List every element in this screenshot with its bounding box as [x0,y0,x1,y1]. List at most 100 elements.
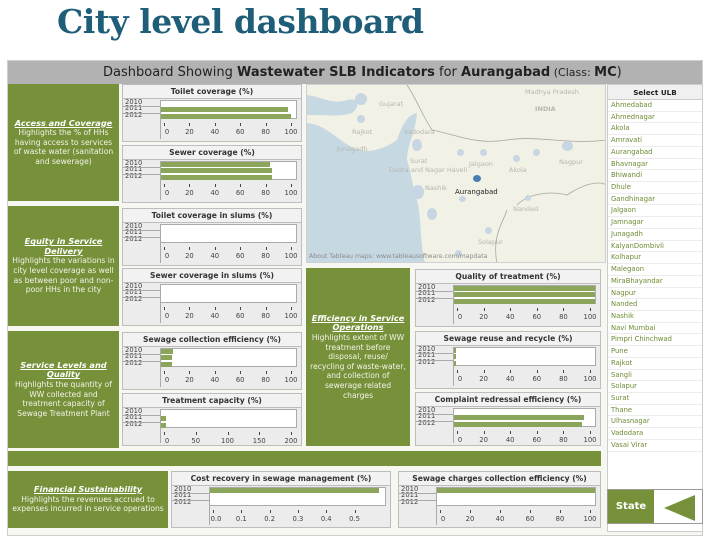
bar[interactable] [437,488,595,494]
bar[interactable] [454,286,595,292]
x-tick-mark [483,370,485,373]
map-city-dot[interactable] [357,115,365,123]
ulb-list-item[interactable]: Nagpur [608,288,702,300]
x-tick-label: 200 [284,437,298,445]
map-attribution[interactable]: About Tableau maps: www.tableausoftware.… [309,253,487,260]
ulb-list-item[interactable]: Nashik [608,311,702,323]
back-arrow-icon [654,490,702,523]
bar[interactable] [454,421,583,427]
bar[interactable] [210,488,380,494]
bar[interactable] [161,361,172,367]
ulb-list-item[interactable]: Surat [608,393,702,405]
x-tick-label: 0.2 [264,515,276,523]
bar[interactable] [161,422,166,428]
ulb-list-item[interactable]: Ahmednagar [608,112,702,124]
panel-equity: Equity in Service Delivery Highlights th… [8,206,119,326]
ulb-list-item[interactable]: KalyanDombivli [608,241,702,253]
bar[interactable] [161,168,272,174]
x-tick-label: 100 [583,313,597,321]
bar[interactable] [454,292,595,298]
bar[interactable] [454,298,595,304]
panel-description: Highlights the % of HHs having access to… [13,128,114,166]
x-tick-mark [189,371,191,374]
bar[interactable] [161,107,288,113]
bar[interactable] [161,416,167,422]
ulb-list-item[interactable]: Jalgaon [608,205,702,218]
ulb-list-item[interactable]: Vadodara [608,428,702,440]
map-city-dot[interactable] [480,149,487,156]
ulb-list-item[interactable]: MiraBhayandar [608,276,702,288]
ulb-list-item[interactable]: Jamnagar [608,217,702,229]
map-city-dot[interactable] [355,93,367,105]
ulb-list-item[interactable]: Navi Mumbai [608,323,702,335]
bar[interactable] [454,354,456,360]
ulb-list-item[interactable]: Vasai Virar [608,440,702,452]
ulb-list-item[interactable]: Rajkot [608,358,702,370]
ulb-list-item[interactable]: Amravati [608,135,702,147]
bar[interactable] [161,174,272,180]
ulb-list-item[interactable]: Pune [608,346,702,358]
bar[interactable] [454,360,456,366]
ulb-list-item[interactable]: Ahmedabad [608,100,702,112]
state-button[interactable]: State [607,489,703,524]
bar[interactable] [161,162,271,168]
selected-city-marker[interactable] [473,175,481,182]
x-tick-mark [265,247,267,250]
ulb-list-item[interactable]: Akola [608,123,702,136]
ulb-list-item[interactable]: Thane [608,405,702,417]
map-label: Gujarat [379,100,404,108]
ulb-list-item[interactable]: Sangli [608,370,702,382]
ulb-list-item[interactable]: Malegaon [608,264,702,276]
bar[interactable] [161,355,172,361]
ulb-list-item[interactable]: Bhiwandi [608,170,702,183]
ulb-list-item[interactable]: Kolhapur [608,252,702,265]
bar[interactable] [161,113,291,119]
ulb-list-item[interactable]: Bhavnagar [608,159,702,171]
x-tick-mark [536,431,538,434]
ulb-list-item[interactable]: Gandhinagar [608,194,702,206]
bar[interactable] [454,348,456,354]
ulb-list-item[interactable]: Dhule [608,182,702,194]
map-city-dot[interactable] [412,185,424,199]
ulb-list-item[interactable]: Pimpri Chinchwad [608,334,702,347]
chart-title: Toilet coverage (%) [123,85,301,99]
panel-service-levels: Service Levels and Quality Highlights th… [8,331,119,448]
map-city-dot[interactable] [485,227,492,234]
map-city-dot[interactable] [459,196,466,202]
x-tick-mark [265,371,267,374]
x-tick-label: 150 [252,437,266,445]
chart-title: Sewer coverage (%) [123,146,301,160]
x-tick-label: 20 [185,312,194,320]
x-tick-mark [240,123,242,126]
chart-plot-area [160,348,297,367]
map-city-dot[interactable] [525,195,531,201]
x-tick-mark [457,308,458,311]
map[interactable]: Madhya Pradesh INDIA Gujarat Rajkot Vado… [306,84,606,263]
ulb-list-item[interactable]: Nanded [608,299,702,311]
x-tick-mark [291,123,292,126]
x-tick-mark [470,510,471,513]
chart-title: Treatment capacity (%) [123,394,301,408]
header-class-prefix: (Class: [550,66,595,79]
header-class-value: MC [594,65,617,80]
bar[interactable] [161,349,174,355]
x-tick-label: 100 [583,375,597,383]
ulb-list-item[interactable]: Ulhasnagar [608,416,702,429]
map-city-dot[interactable] [457,149,464,156]
map-city-dot[interactable] [562,141,573,151]
map-city-dot[interactable] [427,208,437,220]
axis-divider [453,427,454,443]
map-city-dot[interactable] [533,149,540,156]
row-divider [416,359,453,361]
ulb-list-item[interactable]: Solapur [608,381,702,393]
x-tick-label: 20 [185,252,194,260]
x-tick-mark [214,247,216,250]
row-divider [399,499,436,501]
ulb-list-item[interactable]: Junagadh [608,229,702,241]
map-city-dot[interactable] [513,155,520,162]
panel-description: Highlights the quantity of WW collected … [15,379,112,418]
ulb-list-item[interactable]: Aurangabad [608,147,702,159]
x-tick-label: 0 [164,376,170,384]
map-city-dot[interactable] [412,139,422,151]
bar[interactable] [454,415,584,421]
